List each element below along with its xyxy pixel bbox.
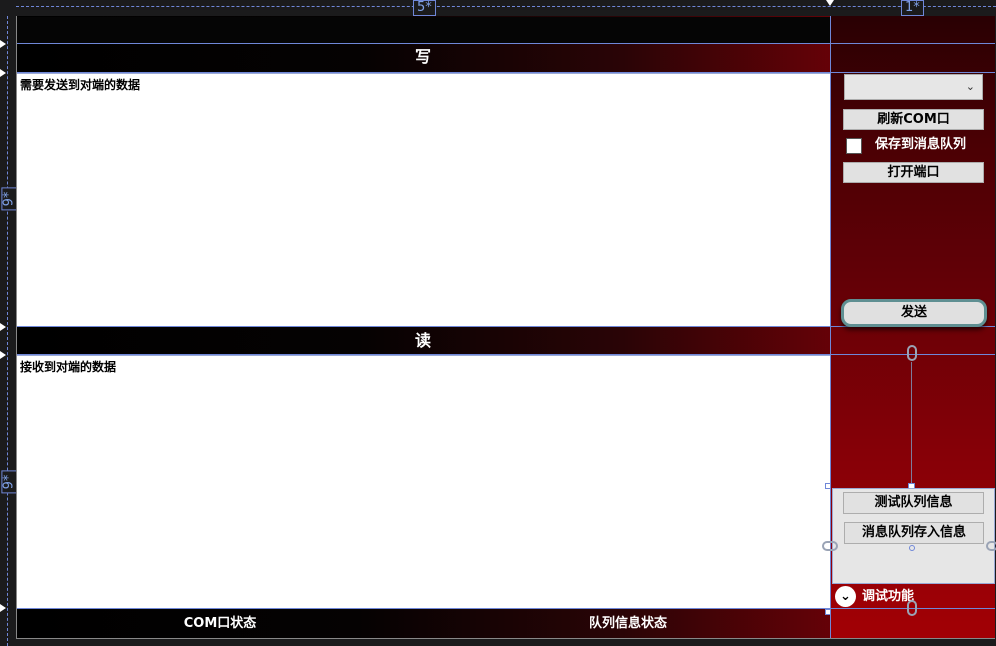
selection-handle[interactable] [825, 609, 831, 615]
grid-row-divider-1 [16, 43, 995, 44]
row-splitter-marker-3[interactable] [0, 323, 6, 331]
grid-row-divider-4 [16, 354, 995, 355]
top-bar [16, 17, 830, 43]
row-ruler [0, 16, 16, 646]
column-width-left[interactable]: 5* [413, 0, 436, 16]
send-button[interactable]: 发送 [841, 299, 987, 327]
row-height-bottom[interactable]: 9* [1, 470, 18, 494]
row-splitter-marker-1[interactable] [0, 40, 6, 48]
queue-store-button[interactable]: 消息队列存入信息 [844, 522, 984, 544]
column-splitter-marker[interactable] [826, 0, 834, 6]
write-header: 写 [414, 47, 431, 66]
read-header: 读 [414, 331, 431, 350]
queue-status-text: 队列信息状态 [588, 616, 667, 631]
chevron-down-icon: ⌄ [840, 589, 851, 604]
save-to-queue-checkbox[interactable] [846, 138, 862, 154]
column-width-right[interactable]: 1* [901, 0, 924, 16]
com-port-select[interactable]: ⌄ [844, 74, 983, 100]
expander-toggle[interactable]: ⌄ [835, 586, 856, 607]
window-left-edge [16, 16, 17, 639]
connector-line [911, 362, 912, 486]
selection-handle[interactable] [825, 483, 831, 489]
link-icon [907, 345, 917, 361]
row-splitter-marker-4[interactable] [0, 351, 6, 359]
send-data-textbox[interactable]: 需要发送到对端的数据 [16, 73, 831, 327]
row-height-top[interactable]: 9* [1, 187, 18, 211]
open-port-button[interactable]: 打开端口 [843, 162, 984, 183]
column-ruler [0, 0, 996, 16]
link-icon [907, 600, 917, 616]
link-icon [822, 541, 838, 551]
row-splitter-marker-5[interactable] [0, 604, 6, 612]
com-status-text: COM口状态 [183, 616, 257, 631]
link-icon [986, 541, 996, 551]
chevron-down-icon: ⌄ [965, 80, 975, 93]
receive-data-textbox[interactable]: 接收到对端的数据 [16, 355, 831, 609]
refresh-com-button[interactable]: 刷新COM口 [843, 109, 984, 130]
test-queue-button[interactable]: 测试队列信息 [843, 492, 984, 514]
anchor-point [909, 545, 915, 551]
grid-row-divider-2 [16, 72, 995, 73]
row-splitter-marker-2[interactable] [0, 69, 6, 77]
save-to-queue-label: 保存到消息队列 [875, 137, 967, 152]
